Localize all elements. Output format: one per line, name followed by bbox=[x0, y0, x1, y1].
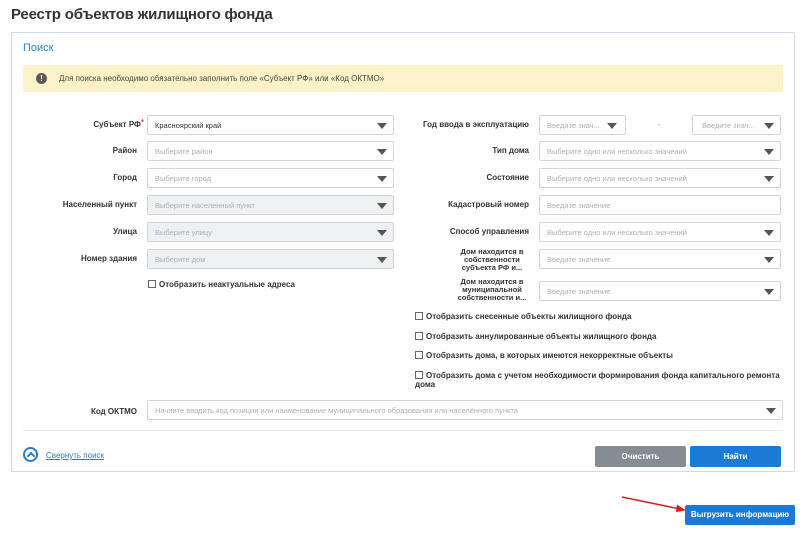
chevron-down-icon bbox=[607, 123, 617, 129]
show-incorrect-checkbox[interactable]: Отобразить дома, в которых имеются некор… bbox=[415, 351, 673, 360]
locality-label: Населенный пункт bbox=[62, 200, 137, 209]
checkbox-label: Отобразить снесенные объекты жилищного ф… bbox=[426, 312, 632, 321]
chevron-up-circle-icon bbox=[23, 447, 38, 462]
chevron-down-icon bbox=[764, 123, 774, 129]
chevron-down-icon bbox=[764, 289, 774, 295]
checkbox-box bbox=[415, 371, 423, 379]
building-label: Номер здания bbox=[81, 254, 137, 263]
year-from-placeholder: Введите знач... bbox=[547, 121, 600, 130]
chevron-down-icon bbox=[764, 230, 774, 236]
year-to-placeholder: Введите знач... bbox=[702, 121, 755, 130]
show-annulled-checkbox[interactable]: Отобразить аннулированные объекты жилищн… bbox=[415, 332, 656, 341]
management-placeholder: Выберите одно или несколько значений bbox=[547, 228, 687, 237]
oktmo-label: Код ОКТМО bbox=[90, 407, 137, 416]
checkbox-box bbox=[415, 312, 423, 320]
subject-owned-placeholder: Введите значение bbox=[547, 255, 611, 264]
chevron-down-icon bbox=[377, 230, 387, 236]
management-label: Способ управления bbox=[449, 227, 529, 236]
state-label: Состояние bbox=[486, 173, 529, 182]
district-placeholder: Выберите район bbox=[155, 147, 213, 156]
chevron-down-icon bbox=[377, 123, 387, 129]
red-arrow-icon bbox=[621, 496, 686, 512]
state-select[interactable]: Выберите одно или несколько значений bbox=[539, 168, 781, 188]
cadastral-input[interactable]: Введите значение bbox=[539, 195, 781, 215]
year-label: Год ввода в эксплуатацию bbox=[422, 120, 529, 129]
city-label: Город bbox=[113, 173, 137, 182]
chevron-down-icon bbox=[377, 149, 387, 155]
house-type-select[interactable]: Выберите одно или несколько значений bbox=[539, 141, 781, 161]
subject-owned-label: Дом находится в собственности субъекта Р… bbox=[460, 247, 524, 272]
year-from-select[interactable]: Введите знач... bbox=[539, 115, 626, 135]
show-outdated-checkbox[interactable]: Отобразить неактуальные адреса bbox=[148, 280, 295, 289]
chevron-down-icon bbox=[377, 176, 387, 182]
show-outdated-label: Отобразить неактуальные адреса bbox=[159, 280, 295, 289]
chevron-down-icon bbox=[766, 408, 776, 414]
required-fields-alert: ! Для поиска необходимо обязательно запо… bbox=[23, 65, 783, 92]
find-button[interactable]: Найти bbox=[690, 446, 781, 467]
year-to-select[interactable]: Введите знач... bbox=[692, 115, 781, 135]
house-type-placeholder: Выберите одно или несколько значений bbox=[547, 147, 687, 156]
management-select[interactable]: Выберите одно или несколько значений bbox=[539, 222, 781, 242]
house-type-label: Тип дома bbox=[492, 146, 529, 155]
warning-icon: ! bbox=[36, 73, 47, 84]
chevron-down-icon bbox=[764, 257, 774, 263]
chevron-down-icon bbox=[764, 176, 774, 182]
page-title: Реестр объектов жилищного фонда bbox=[11, 6, 273, 23]
checkbox-label: Отобразить дома с учетом необходимости ф… bbox=[415, 371, 780, 389]
checkbox-label: Отобразить дома, в которых имеются некор… bbox=[426, 351, 674, 360]
search-panel: Поиск ! Для поиска необходимо обязательн… bbox=[11, 32, 795, 472]
subject-select[interactable]: Красноярский край bbox=[147, 115, 394, 135]
building-select[interactable]: Выберите дом bbox=[147, 249, 394, 269]
checkbox-box bbox=[148, 280, 156, 288]
cadastral-label: Кадастровый номер bbox=[448, 200, 529, 209]
export-info-button[interactable]: Выгрузить информацию bbox=[685, 505, 795, 525]
oktmo-select[interactable]: Начните вводить код позиции или наименов… bbox=[147, 400, 783, 420]
municipal-owned-label: Дом находится в муниципальной собственно… bbox=[457, 277, 527, 302]
state-placeholder: Выберите одно или несколько значений bbox=[547, 174, 687, 183]
year-range-dash: - bbox=[658, 120, 661, 129]
oktmo-placeholder: Начните вводить код позиции или наименов… bbox=[155, 406, 518, 415]
locality-placeholder: Выберите населенный пункт bbox=[155, 201, 255, 210]
subject-value: Красноярский край bbox=[155, 121, 222, 130]
locality-select[interactable]: Выберите населенный пункт bbox=[147, 195, 394, 215]
street-placeholder: Выберите улицу bbox=[155, 228, 212, 237]
building-placeholder: Выберите дом bbox=[155, 255, 206, 264]
show-capital-repair-checkbox[interactable]: Отобразить дома с учетом необходимости ф… bbox=[415, 371, 785, 389]
chevron-down-icon bbox=[764, 149, 774, 155]
street-select[interactable]: Выберите улицу bbox=[147, 222, 394, 242]
cadastral-placeholder: Введите значение bbox=[547, 201, 611, 210]
municipal-owned-placeholder: Введите значение bbox=[547, 287, 611, 296]
street-label: Улица bbox=[113, 227, 137, 236]
checkbox-box bbox=[415, 351, 423, 359]
panel-divider bbox=[23, 430, 783, 431]
city-placeholder: Выберите город bbox=[155, 174, 212, 183]
checkbox-label: Отобразить аннулированные объекты жилищн… bbox=[426, 332, 657, 341]
chevron-down-icon bbox=[377, 203, 387, 209]
chevron-down-icon bbox=[377, 257, 387, 263]
district-label: Район bbox=[112, 146, 137, 155]
municipal-owned-select[interactable]: Введите значение bbox=[539, 281, 781, 301]
collapse-search-label: Свернуть поиск bbox=[46, 451, 105, 460]
checkbox-box bbox=[415, 332, 423, 340]
subject-owned-select[interactable]: Введите значение bbox=[539, 249, 781, 269]
clear-button[interactable]: Очистить bbox=[595, 446, 686, 467]
district-select[interactable]: Выберите район bbox=[147, 141, 394, 161]
city-select[interactable]: Выберите город bbox=[147, 168, 394, 188]
subject-label: Субъект РФ* bbox=[93, 118, 144, 129]
alert-text: Для поиска необходимо обязательно заполн… bbox=[59, 74, 385, 83]
search-panel-title: Поиск bbox=[23, 42, 54, 54]
show-demolished-checkbox[interactable]: Отобразить снесенные объекты жилищного ф… bbox=[415, 312, 631, 321]
